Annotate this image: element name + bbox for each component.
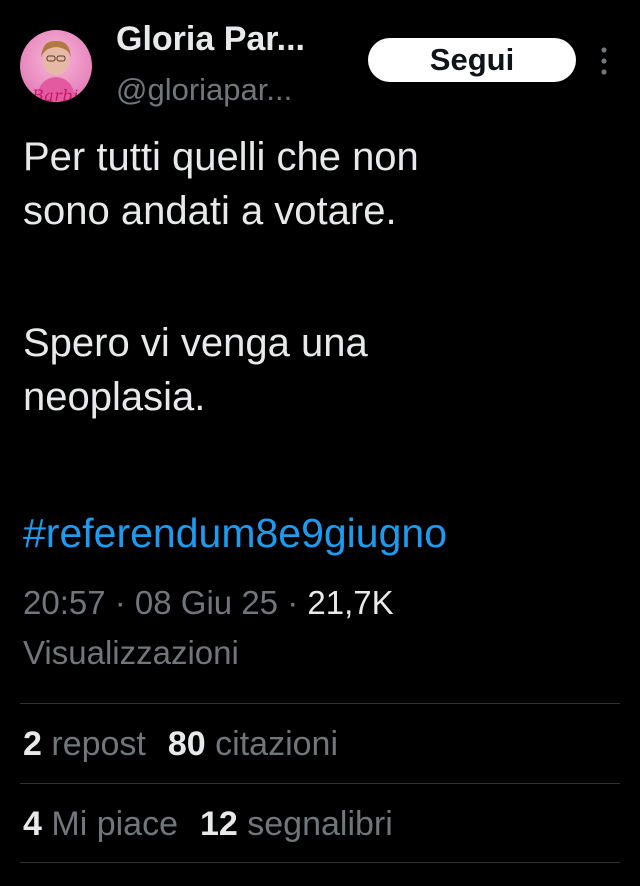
likes-label[interactable]: Mi piace [51, 805, 178, 843]
tweet-text-line: Spero vi venga una [23, 321, 368, 365]
tweet-metadata: 20:57 · 08 Giu 25 · 21,7K Visualizzazion… [23, 578, 623, 678]
views-count: 21,7K [307, 584, 394, 621]
reposts-label[interactable]: repost [51, 725, 146, 763]
divider [20, 703, 620, 704]
divider [20, 783, 620, 784]
tweet-text-line: Per tutti quelli che non [23, 135, 419, 179]
stats-row-likes: 4 Mi piace 12 segnalibri [23, 805, 393, 844]
quotes-label[interactable]: citazioni [215, 725, 338, 763]
tweet-header: Barbie Gloria Par... @gloriapar... Segui [0, 0, 640, 120]
tweet-text-line: neoplasia. [23, 375, 206, 419]
reposts-count[interactable]: 2 [23, 725, 42, 763]
avatar[interactable]: Barbie [20, 30, 92, 102]
tweet-text-line: sono andati a votare. [23, 189, 397, 233]
views-label: Visualizzazioni [23, 634, 239, 671]
tweet-text: Per tutti quelli che non sono andati a v… [23, 130, 623, 424]
user-handle[interactable]: @gloriapar... [116, 72, 292, 108]
bookmarks-label[interactable]: segnalibri [247, 805, 393, 843]
bookmarks-count[interactable]: 12 [200, 805, 238, 843]
hashtag-link[interactable]: #referendum8e9giugno [23, 510, 447, 557]
follow-button[interactable]: Segui [368, 38, 576, 82]
tweet-time[interactable]: 20:57 [23, 584, 106, 621]
likes-count[interactable]: 4 [23, 805, 42, 843]
more-options-icon[interactable] [596, 44, 612, 78]
separator: · [105, 584, 135, 621]
divider [20, 862, 620, 863]
quotes-count[interactable]: 80 [168, 725, 206, 763]
stats-row-reposts: 2 repost 80 citazioni [23, 725, 338, 764]
display-name[interactable]: Gloria Par... [116, 20, 305, 59]
separator: · [278, 584, 308, 621]
avatar-logo-text: Barbie [32, 86, 89, 102]
tweet-date[interactable]: 08 Giu 25 [135, 584, 278, 621]
